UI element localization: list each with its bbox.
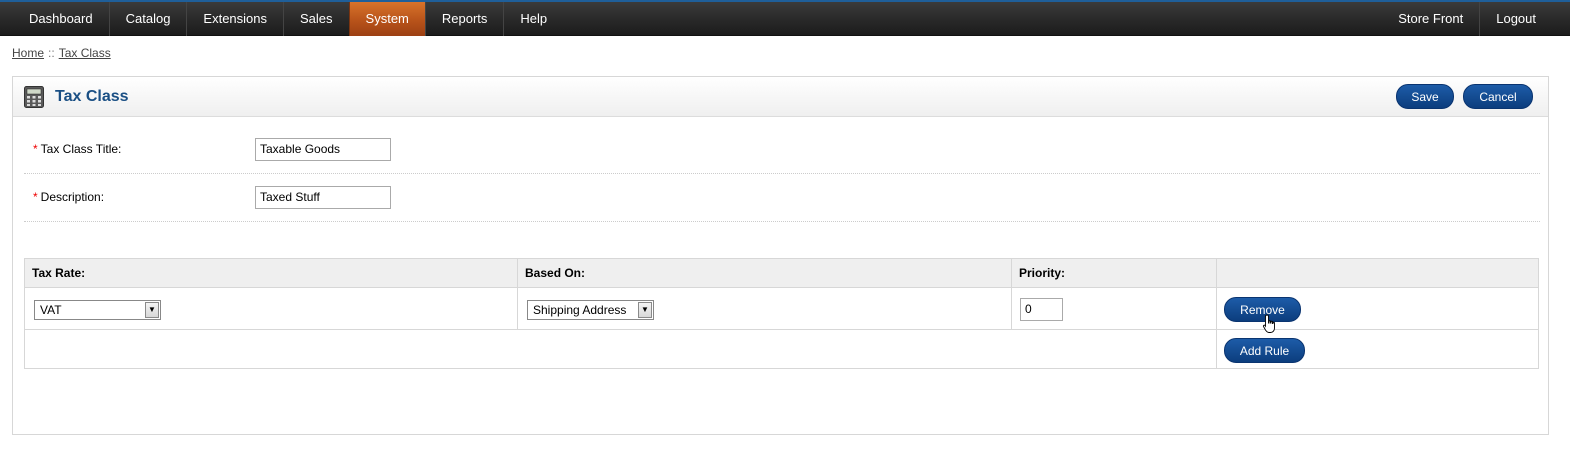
nav-catalog[interactable]: Catalog <box>108 2 187 36</box>
based-on-select-value: Shipping Address <box>533 303 627 317</box>
row-divider <box>24 173 1540 174</box>
tax-class-title-input[interactable]: Taxable Goods <box>255 138 391 161</box>
column-header-priority: Priority: <box>1012 259 1217 288</box>
tax-class-panel: Tax Class Save Cancel * Tax Class Title: … <box>12 76 1549 435</box>
add-rule-button[interactable]: Add Rule <box>1224 338 1305 363</box>
priority-input[interactable]: 0 <box>1020 298 1063 321</box>
breadcrumb-separator: :: <box>48 46 55 60</box>
nav-logout[interactable]: Logout <box>1479 2 1552 36</box>
nav-help[interactable]: Help <box>503 2 563 36</box>
calculator-icon <box>24 86 44 108</box>
description-label: * Description: <box>33 190 104 204</box>
nav-dashboard[interactable]: Dashboard <box>13 2 109 36</box>
breadcrumb: Home:: Tax Class <box>12 46 111 60</box>
row-divider <box>24 221 1540 222</box>
tax-rules-table: Tax Rate: Based On: Priority: VAT ▼ Ship… <box>24 258 1539 369</box>
breadcrumb-tax-class-link[interactable]: Tax Class <box>59 46 111 60</box>
panel-heading: Tax Class Save Cancel <box>13 77 1548 117</box>
column-header-tax-rate: Tax Rate: <box>25 259 518 288</box>
description-input[interactable]: Taxed Stuff <box>255 186 391 209</box>
account-menu: Store Front Logout <box>1382 2 1552 36</box>
top-navigation-bar: Dashboard Catalog Extensions Sales Syste… <box>0 0 1570 36</box>
nav-reports[interactable]: Reports <box>424 2 504 36</box>
dropdown-arrow-icon: ▼ <box>638 302 652 318</box>
dropdown-arrow-icon: ▼ <box>145 302 159 318</box>
column-divider <box>1216 259 1217 369</box>
breadcrumb-home-link[interactable]: Home <box>12 46 44 60</box>
cancel-button[interactable]: Cancel <box>1463 84 1533 109</box>
nav-system[interactable]: System <box>348 2 425 36</box>
column-header-actions <box>1217 259 1538 288</box>
page-title: Tax Class <box>55 88 129 105</box>
column-header-based-on: Based On: <box>518 259 1012 288</box>
column-divider <box>517 259 518 330</box>
required-mark: * <box>33 190 38 204</box>
tax-rate-select[interactable]: VAT ▼ <box>34 300 161 320</box>
main-menu: Dashboard Catalog Extensions Sales Syste… <box>13 2 563 36</box>
tax-class-title-label: * Tax Class Title: <box>33 142 121 156</box>
required-mark: * <box>33 142 38 156</box>
row-divider <box>25 329 1538 330</box>
description-label-text: Description: <box>40 190 105 204</box>
column-divider <box>1011 259 1012 330</box>
nav-sales[interactable]: Sales <box>283 2 349 36</box>
nav-store-front[interactable]: Store Front <box>1382 2 1479 36</box>
save-button[interactable]: Save <box>1396 84 1454 109</box>
based-on-select[interactable]: Shipping Address ▼ <box>527 300 654 320</box>
nav-extensions[interactable]: Extensions <box>186 2 283 36</box>
tax-class-title-label-text: Tax Class Title: <box>40 142 122 156</box>
tax-rate-select-value: VAT <box>40 303 62 317</box>
hand-cursor-icon <box>1262 314 1275 333</box>
